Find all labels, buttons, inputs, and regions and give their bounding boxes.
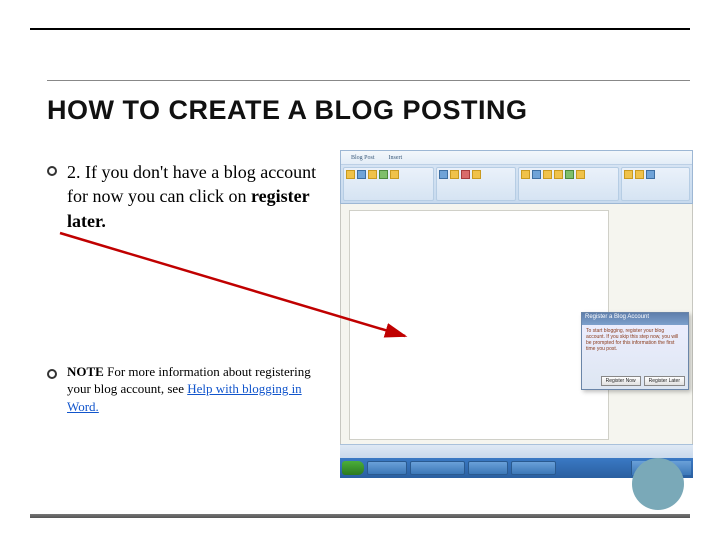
tab: Blog Post (347, 154, 379, 162)
bullet-step-2: 2. If you don't have a blog account for … (47, 160, 327, 233)
ribbon-tabs: Blog Post Insert (341, 151, 692, 165)
ribbon-group (621, 167, 690, 201)
taskbar-button[interactable] (367, 461, 407, 475)
dialog-body: To start blogging, register your blog ac… (582, 325, 688, 355)
bottom-rule (30, 514, 690, 518)
title-rule (47, 80, 690, 81)
register-blog-dialog: Register a Blog Account To start bloggin… (581, 312, 689, 390)
ribbon-group (343, 167, 434, 201)
step-2-text: 2. If you don't have a blog account for … (67, 160, 327, 233)
ribbon-groups (341, 165, 692, 203)
dialog-title: Register a Blog Account (582, 313, 688, 325)
bullet-icon (47, 166, 57, 176)
taskbar-button[interactable] (468, 461, 508, 475)
bullet-icon (47, 369, 57, 379)
top-rule (30, 28, 690, 30)
document-area: Register a Blog Account To start bloggin… (340, 204, 693, 444)
bullet-note: NOTE For more information about register… (47, 363, 327, 416)
taskbar-button[interactable] (410, 461, 465, 475)
start-button[interactable] (342, 461, 364, 475)
ribbon-group (436, 167, 516, 201)
body-text-column: 2. If you don't have a blog account for … (47, 160, 327, 456)
decorative-circle (632, 458, 684, 510)
ribbon: Blog Post Insert (340, 150, 693, 204)
note-text: NOTE For more information about register… (67, 363, 327, 416)
ribbon-group (518, 167, 620, 201)
word-screenshot: Blog Post Insert Register a Blog Account… (340, 150, 693, 510)
register-now-button[interactable]: Register Now (601, 376, 641, 386)
word-status-bar (340, 444, 693, 458)
dialog-buttons: Register Now Register Later (601, 376, 685, 386)
slide-title: HOW TO CREATE A BLOG POSTING (47, 95, 528, 126)
note-label: NOTE (67, 364, 104, 379)
taskbar-button[interactable] (511, 461, 556, 475)
register-later-button[interactable]: Register Later (644, 376, 685, 386)
blank-page (349, 210, 609, 440)
tab: Insert (385, 154, 407, 162)
